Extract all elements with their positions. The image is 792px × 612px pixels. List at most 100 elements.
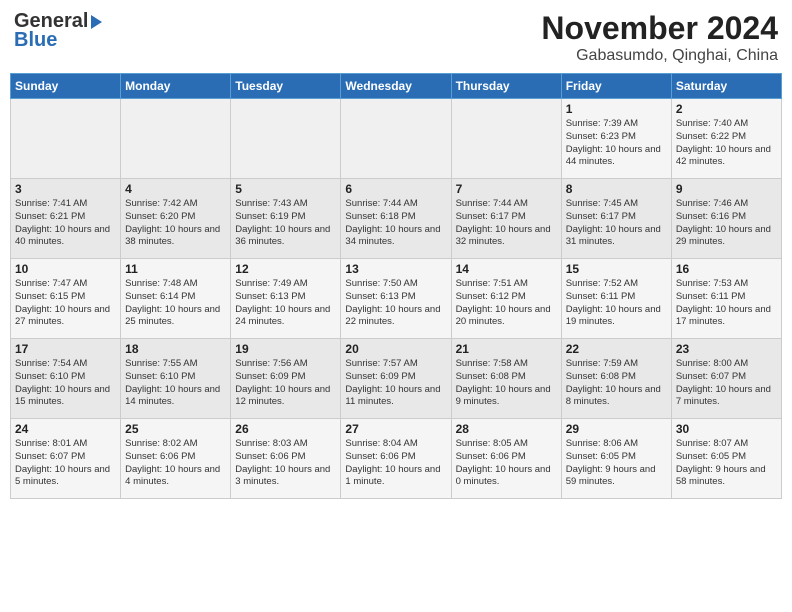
cell-day-13-2-3: 13 Sunrise: 7:50 AM Sunset: 6:13 PM Dayli… <box>341 259 451 339</box>
day-info: Sunrise: 7:50 AM Sunset: 6:13 PM Dayligh… <box>345 278 446 329</box>
day-number: 16 <box>676 262 777 276</box>
day-number: 21 <box>456 342 557 356</box>
day-number: 14 <box>456 262 557 276</box>
cell-day-10-2-0: 10 Sunrise: 7:47 AM Sunset: 6:15 PM Dayli… <box>11 259 121 339</box>
day-number: 17 <box>15 342 116 356</box>
cell-day-3-1-0: 3 Sunrise: 7:41 AM Sunset: 6:21 PM Daylig… <box>11 179 121 259</box>
day-number: 18 <box>125 342 226 356</box>
day-info: Sunrise: 8:02 AM Sunset: 6:06 PM Dayligh… <box>125 438 226 489</box>
cell-day-27-4-3: 27 Sunrise: 8:04 AM Sunset: 6:06 PM Dayli… <box>341 419 451 499</box>
week-row-4: 17 Sunrise: 7:54 AM Sunset: 6:10 PM Dayli… <box>11 339 782 419</box>
cell-day-empty-0-4 <box>451 99 561 179</box>
cell-day-14-2-4: 14 Sunrise: 7:51 AM Sunset: 6:12 PM Dayli… <box>451 259 561 339</box>
day-info: Sunrise: 7:56 AM Sunset: 6:09 PM Dayligh… <box>235 358 336 409</box>
title-block: November 2024 Gabasumdo, Qinghai, China <box>541 10 778 65</box>
day-info: Sunrise: 7:59 AM Sunset: 6:08 PM Dayligh… <box>566 358 667 409</box>
week-row-2: 3 Sunrise: 7:41 AM Sunset: 6:21 PM Daylig… <box>11 179 782 259</box>
calendar-title: November 2024 <box>541 10 778 47</box>
cell-day-1-0-5: 1Sunrise: 7:39 AM Sunset: 6:23 PM Daylig… <box>561 99 671 179</box>
day-number: 27 <box>345 422 446 436</box>
day-info: Sunrise: 7:44 AM Sunset: 6:17 PM Dayligh… <box>456 198 557 249</box>
header-thursday: Thursday <box>451 74 561 99</box>
header-monday: Monday <box>121 74 231 99</box>
header-saturday: Saturday <box>671 74 781 99</box>
day-info: Sunrise: 7:54 AM Sunset: 6:10 PM Dayligh… <box>15 358 116 409</box>
cell-day-6-1-3: 6 Sunrise: 7:44 AM Sunset: 6:18 PM Daylig… <box>341 179 451 259</box>
day-number: 23 <box>676 342 777 356</box>
day-info: Sunrise: 7:41 AM Sunset: 6:21 PM Dayligh… <box>15 198 116 249</box>
week-row-5: 24 Sunrise: 8:01 AM Sunset: 6:07 PM Dayli… <box>11 419 782 499</box>
cell-day-19-3-2: 19 Sunrise: 7:56 AM Sunset: 6:09 PM Dayli… <box>231 339 341 419</box>
day-info: Sunrise: 7:45 AM Sunset: 6:17 PM Dayligh… <box>566 198 667 249</box>
day-number: 5 <box>235 182 336 196</box>
cell-day-7-1-4: 7 Sunrise: 7:44 AM Sunset: 6:17 PM Daylig… <box>451 179 561 259</box>
day-info: Sunrise: 7:49 AM Sunset: 6:13 PM Dayligh… <box>235 278 336 329</box>
day-info: Sunrise: 7:51 AM Sunset: 6:12 PM Dayligh… <box>456 278 557 329</box>
day-info: Sunrise: 8:00 AM Sunset: 6:07 PM Dayligh… <box>676 358 777 409</box>
cell-day-16-2-6: 16 Sunrise: 7:53 AM Sunset: 6:11 PM Dayli… <box>671 259 781 339</box>
header-friday: Friday <box>561 74 671 99</box>
day-number: 30 <box>676 422 777 436</box>
cell-day-9-1-6: 9Sunrise: 7:46 AM Sunset: 6:16 PM Daylig… <box>671 179 781 259</box>
day-number: 19 <box>235 342 336 356</box>
page-header: General Blue November 2024 Gabasumdo, Qi… <box>10 10 782 65</box>
logo-blue: Blue <box>14 29 57 52</box>
day-info: Sunrise: 7:52 AM Sunset: 6:11 PM Dayligh… <box>566 278 667 329</box>
cell-day-25-4-1: 25 Sunrise: 8:02 AM Sunset: 6:06 PM Dayli… <box>121 419 231 499</box>
week-row-3: 10 Sunrise: 7:47 AM Sunset: 6:15 PM Dayli… <box>11 259 782 339</box>
cell-day-8-1-5: 8 Sunrise: 7:45 AM Sunset: 6:17 PM Daylig… <box>561 179 671 259</box>
day-number: 25 <box>125 422 226 436</box>
day-number: 4 <box>125 182 226 196</box>
week-row-1: 1Sunrise: 7:39 AM Sunset: 6:23 PM Daylig… <box>11 99 782 179</box>
day-info: Sunrise: 8:04 AM Sunset: 6:06 PM Dayligh… <box>345 438 446 489</box>
cell-day-5-1-2: 5Sunrise: 7:43 AM Sunset: 6:19 PM Daylig… <box>231 179 341 259</box>
day-info: Sunrise: 7:53 AM Sunset: 6:11 PM Dayligh… <box>676 278 777 329</box>
day-number: 8 <box>566 182 667 196</box>
day-number: 6 <box>345 182 446 196</box>
cell-day-empty-0-2 <box>231 99 341 179</box>
day-number: 26 <box>235 422 336 436</box>
calendar-table: SundayMondayTuesdayWednesdayThursdayFrid… <box>10 73 782 499</box>
day-info: Sunrise: 7:47 AM Sunset: 6:15 PM Dayligh… <box>15 278 116 329</box>
day-info: Sunrise: 7:58 AM Sunset: 6:08 PM Dayligh… <box>456 358 557 409</box>
cell-day-26-4-2: 26 Sunrise: 8:03 AM Sunset: 6:06 PM Dayli… <box>231 419 341 499</box>
header-tuesday: Tuesday <box>231 74 341 99</box>
cell-day-4-1-1: 4 Sunrise: 7:42 AM Sunset: 6:20 PM Daylig… <box>121 179 231 259</box>
day-number: 13 <box>345 262 446 276</box>
day-number: 10 <box>15 262 116 276</box>
day-info: Sunrise: 7:42 AM Sunset: 6:20 PM Dayligh… <box>125 198 226 249</box>
cell-day-12-2-2: 12 Sunrise: 7:49 AM Sunset: 6:13 PM Dayli… <box>231 259 341 339</box>
cell-day-23-3-6: 23 Sunrise: 8:00 AM Sunset: 6:07 PM Dayli… <box>671 339 781 419</box>
day-number: 3 <box>15 182 116 196</box>
cell-day-21-3-4: 21 Sunrise: 7:58 AM Sunset: 6:08 PM Dayli… <box>451 339 561 419</box>
day-info: Sunrise: 7:55 AM Sunset: 6:10 PM Dayligh… <box>125 358 226 409</box>
calendar-subtitle: Gabasumdo, Qinghai, China <box>541 47 778 65</box>
day-number: 1 <box>566 102 667 116</box>
cell-day-24-4-0: 24 Sunrise: 8:01 AM Sunset: 6:07 PM Dayli… <box>11 419 121 499</box>
cell-day-17-3-0: 17 Sunrise: 7:54 AM Sunset: 6:10 PM Dayli… <box>11 339 121 419</box>
day-number: 22 <box>566 342 667 356</box>
day-info: Sunrise: 8:06 AM Sunset: 6:05 PM Dayligh… <box>566 438 667 489</box>
cell-day-11-2-1: 11Sunrise: 7:48 AM Sunset: 6:14 PM Dayli… <box>121 259 231 339</box>
day-info: Sunrise: 8:05 AM Sunset: 6:06 PM Dayligh… <box>456 438 557 489</box>
day-info: Sunrise: 8:03 AM Sunset: 6:06 PM Dayligh… <box>235 438 336 489</box>
cell-day-22-3-5: 22 Sunrise: 7:59 AM Sunset: 6:08 PM Dayli… <box>561 339 671 419</box>
day-info: Sunrise: 7:44 AM Sunset: 6:18 PM Dayligh… <box>345 198 446 249</box>
cell-day-empty-0-3 <box>341 99 451 179</box>
day-number: 12 <box>235 262 336 276</box>
day-info: Sunrise: 8:01 AM Sunset: 6:07 PM Dayligh… <box>15 438 116 489</box>
day-info: Sunrise: 8:07 AM Sunset: 6:05 PM Dayligh… <box>676 438 777 489</box>
logo: General Blue <box>14 10 103 52</box>
day-number: 7 <box>456 182 557 196</box>
cell-day-2-0-6: 2 Sunrise: 7:40 AM Sunset: 6:22 PM Daylig… <box>671 99 781 179</box>
day-number: 28 <box>456 422 557 436</box>
day-number: 11 <box>125 262 226 276</box>
day-info: Sunrise: 7:40 AM Sunset: 6:22 PM Dayligh… <box>676 118 777 169</box>
cell-day-20-3-3: 20Sunrise: 7:57 AM Sunset: 6:09 PM Dayli… <box>341 339 451 419</box>
day-number: 15 <box>566 262 667 276</box>
cell-day-empty-0-1 <box>121 99 231 179</box>
day-number: 24 <box>15 422 116 436</box>
cell-day-empty-0-0 <box>11 99 121 179</box>
cell-day-28-4-4: 28 Sunrise: 8:05 AM Sunset: 6:06 PM Dayli… <box>451 419 561 499</box>
day-number: 2 <box>676 102 777 116</box>
